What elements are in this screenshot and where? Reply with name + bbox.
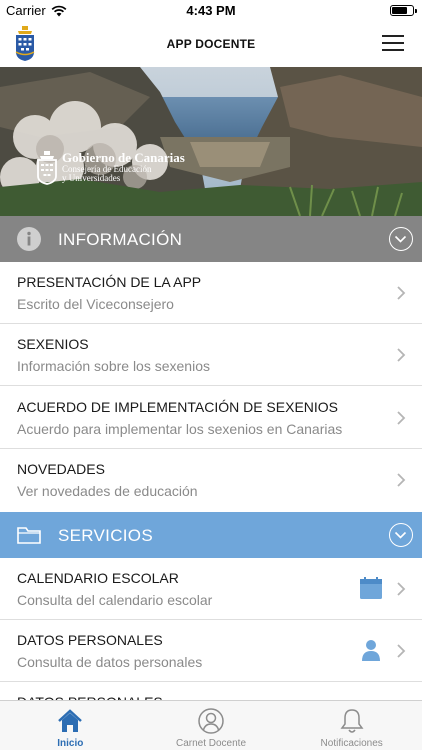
canarias-shield-icon: [37, 151, 57, 185]
menu-button[interactable]: [382, 35, 404, 51]
tab-label: Notificaciones: [320, 738, 383, 749]
chevron-right-icon: [397, 286, 406, 300]
list-item-title: ACUERDO DE IMPLEMENTACIÓN DE SEXENIOS: [17, 399, 339, 415]
folder-icon: [17, 527, 41, 544]
page-title: APP DOCENTE: [166, 37, 256, 51]
list-item-subtitle: Acuerdo para implementar los sexenios en…: [17, 421, 343, 437]
list-item-sexenios[interactable]: SEXENIOS Información sobre los sexenios: [0, 324, 422, 386]
chevron-down-glyph: [394, 531, 407, 539]
list-item-presentacion[interactable]: PRESENTACIÓN DE LA APP Escrito del Vicec…: [0, 262, 422, 324]
app-header: APP DOCENTE: [0, 22, 422, 89]
list-item-title: CALENDARIO ESCOLAR: [17, 570, 179, 586]
chevron-down-icon[interactable]: [389, 227, 413, 251]
chevron-right-icon: [397, 582, 406, 596]
bottom-tab-bar: Inicio Carnet Docente Notificaciones: [0, 700, 422, 750]
list-item-title: PRESENTACIÓN DE LA APP: [17, 274, 202, 290]
chevron-down-icon[interactable]: [389, 523, 413, 547]
status-bar: Carrier 4:43 PM: [0, 0, 422, 22]
section-header-servicios[interactable]: SERVICIOS: [0, 512, 422, 558]
list-item-title: SEXENIOS: [17, 336, 89, 352]
gobierno-canarias-logo: Gobierno de Canarias Consejería de Educa…: [36, 151, 185, 185]
battery-level: [392, 7, 407, 14]
hero-landscape-image: [0, 67, 422, 216]
brand-name: Gobierno de Canarias: [62, 150, 185, 165]
list-item-title: DATOS PERSONALES: [17, 632, 163, 648]
list-item-calendario[interactable]: CALENDARIO ESCOLAR Consulta del calendar…: [0, 558, 422, 620]
tab-carnet-docente[interactable]: Carnet Docente: [141, 701, 282, 750]
tab-inicio[interactable]: Inicio: [0, 701, 141, 750]
list-item-novedades[interactable]: NOVEDADES Ver novedades de educación: [0, 449, 422, 511]
section-header-informacion[interactable]: INFORMACIÓN: [0, 216, 422, 262]
tab-label: Inicio: [57, 738, 84, 749]
list-item-datos-personales[interactable]: DATOS PERSONALES Consulta de datos perso…: [0, 620, 422, 682]
tab-label: Carnet Docente: [175, 738, 247, 749]
chevron-right-icon: [397, 473, 406, 487]
section-title: SERVICIOS: [58, 526, 153, 545]
calendar-icon: [360, 577, 382, 599]
chevron-right-icon: [397, 411, 406, 425]
list-item-acuerdo[interactable]: ACUERDO DE IMPLEMENTACIÓN DE SEXENIOS Ac…: [0, 387, 422, 449]
list-item-subtitle: Consulta de datos personales: [17, 654, 203, 670]
user-circle-icon: [198, 708, 224, 734]
info-icon: [17, 227, 41, 251]
chevron-down-glyph: [394, 235, 407, 243]
hamburger-menu-icon-line: [382, 49, 404, 51]
chevron-right-icon: [397, 348, 406, 362]
list-item-subtitle: Consulta del calendario escolar: [17, 592, 213, 608]
brand-subtitle-line2: y Universidades: [62, 173, 121, 183]
user-icon: [362, 640, 380, 661]
status-time: 4:43 PM: [186, 3, 236, 18]
brand-text: Gobierno de Canarias Consejería de Educa…: [62, 151, 185, 183]
bell-icon: [340, 709, 364, 733]
home-icon: [58, 709, 83, 732]
list-item-subtitle: Información sobre los sexenios: [17, 358, 210, 374]
list-item-title: NOVEDADES: [17, 461, 105, 477]
section-title: INFORMACIÓN: [58, 230, 183, 249]
chevron-right-icon: [397, 644, 406, 658]
hamburger-menu-icon-line: [382, 42, 404, 44]
battery-icon: [390, 5, 417, 16]
hamburger-menu-icon-line: [382, 35, 404, 37]
list-item-subtitle: Ver novedades de educación: [17, 483, 198, 499]
hero-banner: Gobierno de Canarias Consejería de Educa…: [0, 67, 422, 216]
tab-notificaciones[interactable]: Notificaciones: [281, 701, 422, 750]
list-item-subtitle: Escrito del Viceconsejero: [17, 296, 174, 312]
